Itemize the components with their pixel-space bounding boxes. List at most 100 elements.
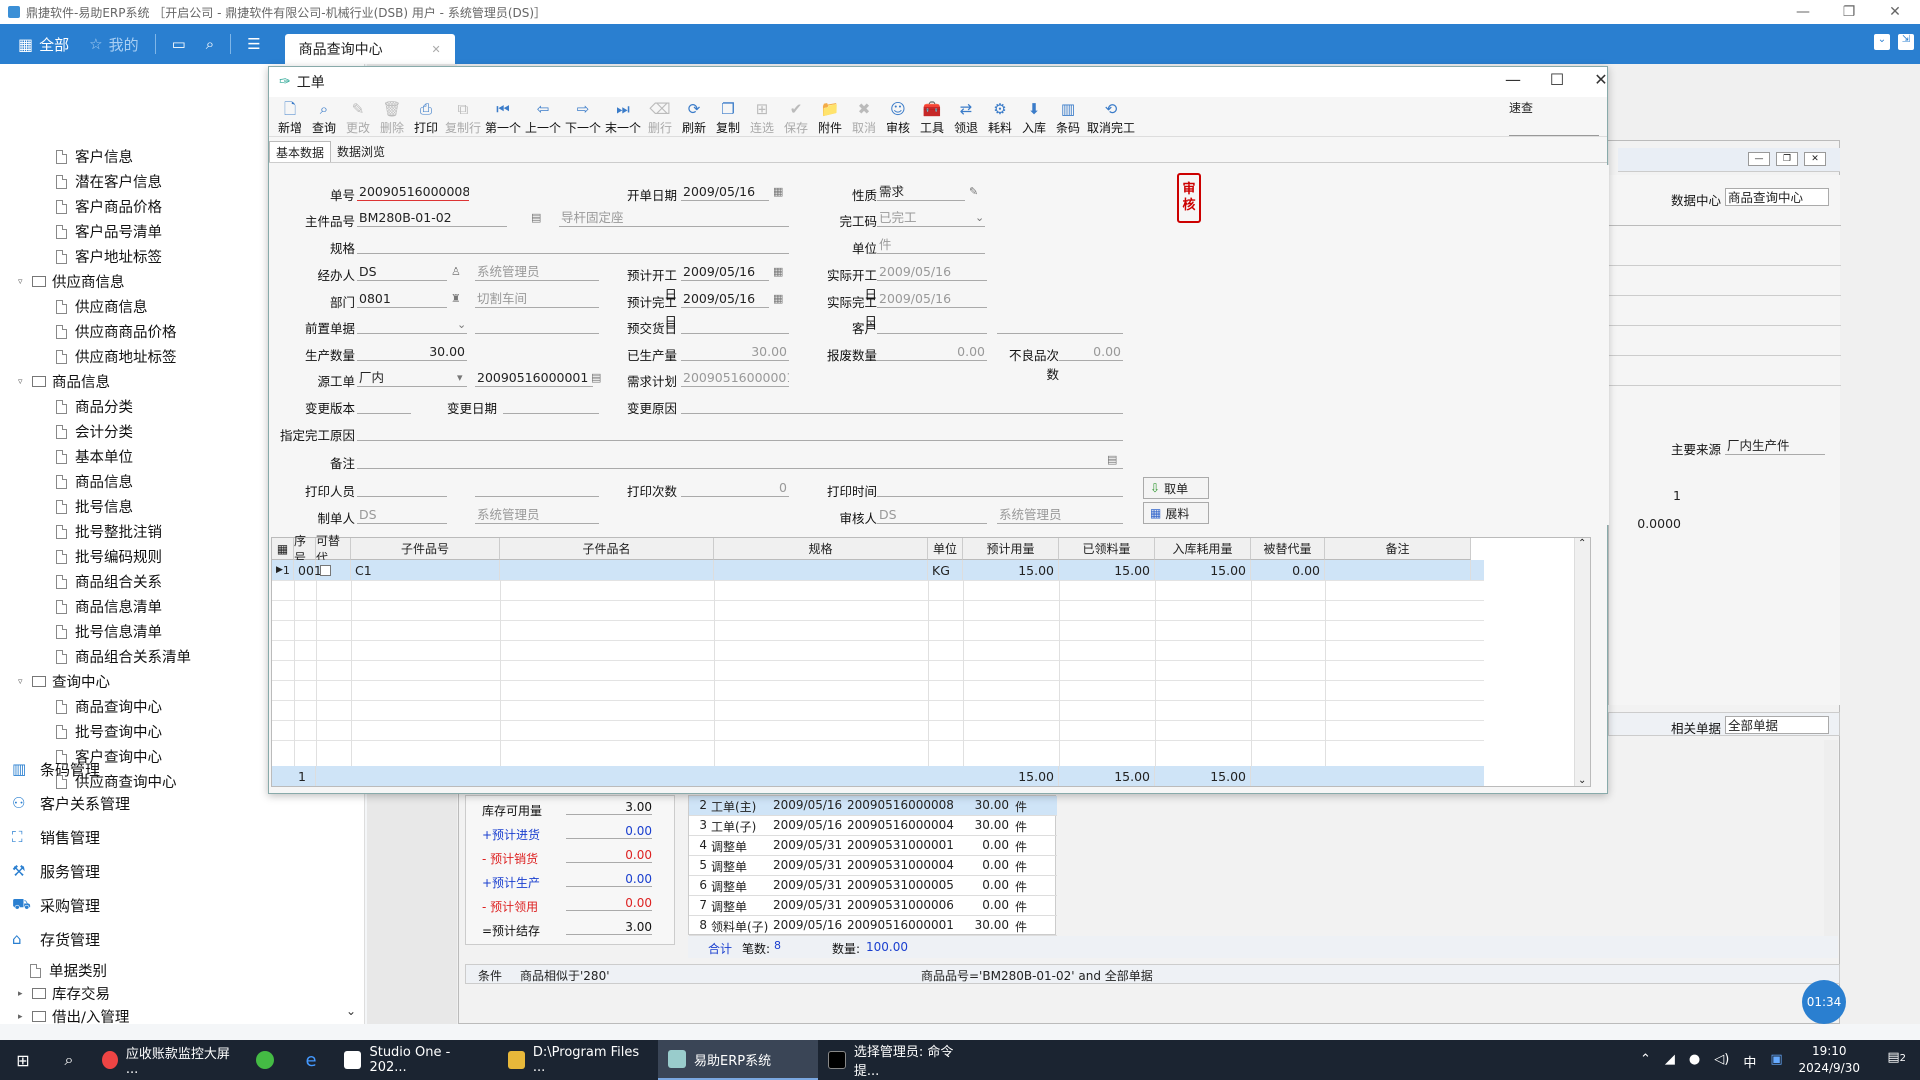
- module-0[interactable]: ▥ 条码管理: [12, 754, 100, 784]
- toolbar-button-22[interactable]: ▥ 条码: [1051, 99, 1085, 136]
- table-row[interactable]: 7 调整单 2009/05/31 20090531000006 0.00 件: [689, 896, 1057, 916]
- toolbar-button-13[interactable]: ⊞ 连选: [745, 99, 779, 136]
- finish-reason-field[interactable]: [357, 423, 1123, 441]
- taskbar-ie[interactable]: e: [288, 1040, 334, 1080]
- ime-indicator[interactable]: 中: [1743, 1052, 1756, 1071]
- toolbar-button-14[interactable]: ✔ 保存: [779, 99, 813, 136]
- print-time-field[interactable]: [877, 479, 1123, 497]
- toolbar-button-4[interactable]: ⎙ 打印: [409, 99, 443, 136]
- tree-item[interactable]: 商品组合关系: [56, 569, 162, 594]
- grid-header[interactable]: 序号: [294, 534, 316, 565]
- tree-item[interactable]: 商品查询中心: [56, 694, 162, 719]
- handler-name[interactable]: 系统管理员: [475, 263, 599, 281]
- dept-field[interactable]: 0801: [357, 290, 447, 308]
- mine-menu-button[interactable]: ☆ 我的: [79, 24, 148, 64]
- system-clock[interactable]: 19:10 2024/9/30: [1798, 1043, 1860, 1077]
- handler-field[interactable]: DS: [357, 263, 447, 281]
- grid-cell-seq[interactable]: 001: [294, 560, 322, 580]
- toolbar-button-15[interactable]: 📁 附件: [813, 99, 847, 136]
- open-date-field[interactable]: 2009/05/16: [681, 183, 769, 201]
- minimize-icon[interactable]: —: [1748, 152, 1770, 166]
- tree-group[interactable]: ▿ 商品信息: [18, 369, 110, 394]
- table-row[interactable]: 5 调整单 2009/05/31 20090531000004 0.00 件: [689, 856, 1057, 876]
- grid-header[interactable]: 可替代: [316, 534, 351, 565]
- plan-finish-field[interactable]: 2009/05/16: [681, 290, 769, 308]
- grid-settings-icon[interactable]: ▦: [272, 538, 294, 560]
- actual-finish-field[interactable]: 2009/05/16: [877, 290, 987, 308]
- module-1[interactable]: ⚇ 客户关系管理: [12, 788, 130, 818]
- auditor-field[interactable]: DS: [877, 506, 987, 524]
- main-item-name[interactable]: 导杆固定座: [559, 209, 789, 227]
- toolbar-button-3[interactable]: 🗑 删除: [375, 99, 409, 136]
- fetch-order-button[interactable]: ⇩ 取单: [1143, 477, 1209, 499]
- pin-icon[interactable]: ⇲: [1898, 34, 1914, 50]
- expand-icon[interactable]: ▸: [18, 989, 32, 999]
- sub-item[interactable]: 单据类别: [30, 958, 107, 983]
- grid-cell-unit[interactable]: KG: [928, 560, 963, 580]
- module-3[interactable]: ⚒ 服务管理: [12, 856, 100, 886]
- pre-delivery-field[interactable]: [681, 316, 789, 334]
- order-no-field[interactable]: 20090516000008: [357, 183, 469, 201]
- toolbar-button-7[interactable]: ⇦ 上一个: [523, 99, 563, 136]
- tree-item[interactable]: 客户信息: [56, 144, 133, 169]
- tree-item[interactable]: 会计分类: [56, 419, 133, 444]
- auditor-name[interactable]: 系统管理员: [997, 506, 1123, 524]
- module-2[interactable]: ⛶ 销售管理: [12, 822, 100, 852]
- toolbar-button-21[interactable]: ⬇ 入库: [1017, 99, 1051, 136]
- grid-cell-name[interactable]: [500, 560, 714, 580]
- tree-item[interactable]: 商品组合关系清单: [56, 644, 191, 669]
- start-button[interactable]: ⊞: [0, 1040, 46, 1080]
- data-center-select[interactable]: 商品查询中心: [1725, 188, 1829, 206]
- grid-header[interactable]: 子件品号: [351, 538, 500, 560]
- table-row[interactable]: 6 调整单 2009/05/31 20090531000005 0.00 件: [689, 876, 1057, 896]
- change-version-field[interactable]: [357, 396, 411, 414]
- all-menu-button[interactable]: ▦ 全部: [0, 24, 79, 64]
- module-5[interactable]: ⌂ 存货管理: [12, 924, 100, 954]
- chevron-up-icon[interactable]: ⌃: [1640, 1052, 1651, 1071]
- lookup-icon[interactable]: ▤: [531, 211, 541, 224]
- search-button[interactable]: ⌕: [46, 1040, 92, 1080]
- toolbar-button-8[interactable]: ⇨ 下一个: [563, 99, 603, 136]
- taskbar-cmd[interactable]: 选择管理员: 命令提...: [818, 1040, 988, 1080]
- toolbar-button-6[interactable]: ⏮ 第一个: [483, 99, 523, 136]
- grid-header[interactable]: 被替代量: [1251, 538, 1325, 560]
- input-method-icon[interactable]: ▣: [1770, 1052, 1782, 1071]
- timer-badge[interactable]: 01:34: [1802, 980, 1846, 1024]
- taskbar-explorer[interactable]: D:\Program Files ...: [498, 1040, 658, 1080]
- customer-name[interactable]: [997, 316, 1123, 334]
- table-row[interactable]: 3 工单(子) 2009/05/16 20090516000004 30.00 件: [689, 816, 1057, 836]
- table-row[interactable]: 4 调整单 2009/05/31 20090531000001 0.00 件: [689, 836, 1057, 856]
- produced-field[interactable]: 30.00: [681, 343, 789, 361]
- close-icon[interactable]: ✕: [1581, 70, 1621, 89]
- maximize-icon[interactable]: ☐: [1537, 70, 1577, 89]
- chevron-down-icon[interactable]: ▾: [457, 371, 463, 384]
- plan-start-field[interactable]: 2009/05/16: [681, 263, 769, 281]
- prod-qty-field[interactable]: 30.00: [357, 343, 467, 361]
- pre-doc-number[interactable]: [475, 316, 599, 334]
- printer-field[interactable]: [357, 479, 447, 497]
- chevron-down-icon[interactable]: ⌄: [457, 318, 466, 331]
- tree-item[interactable]: 商品信息清单: [56, 594, 162, 619]
- table-row[interactable]: 2 工单(主) 2009/05/16 20090516000008 30.00 件: [689, 796, 1057, 816]
- close-icon[interactable]: ✕: [1872, 0, 1918, 24]
- grid-header[interactable]: 备注: [1325, 538, 1471, 560]
- tree-item[interactable]: 批号信息: [56, 494, 133, 519]
- related-docs-select[interactable]: 全部单据: [1725, 716, 1829, 734]
- edit-icon[interactable]: ✎: [969, 185, 978, 198]
- scroll-up-icon[interactable]: ⌃: [1578, 538, 1586, 549]
- tab-basic-data[interactable]: 基本数据: [269, 141, 332, 162]
- grid-header[interactable]: 规格: [714, 538, 928, 560]
- dept-name[interactable]: 切割车间: [475, 290, 599, 308]
- tree-item[interactable]: 批号查询中心: [56, 719, 162, 744]
- maker-field[interactable]: DS: [357, 506, 447, 524]
- restore-icon[interactable]: ❐: [1776, 152, 1798, 166]
- tree-item[interactable]: 客户地址标签: [56, 244, 162, 269]
- notification-icon[interactable]: ▤2: [1887, 1050, 1906, 1065]
- minimize-icon[interactable]: —: [1780, 0, 1826, 24]
- collapse-menu-button[interactable]: ☰: [237, 24, 270, 64]
- tree-item[interactable]: 客户品号清单: [56, 219, 162, 244]
- taskbar-app-green[interactable]: [242, 1040, 288, 1080]
- tree-item[interactable]: 商品信息: [56, 469, 133, 494]
- scroll-down-icon[interactable]: ⌄: [346, 1004, 356, 1018]
- grid-cell-issued[interactable]: 15.00: [1059, 560, 1155, 580]
